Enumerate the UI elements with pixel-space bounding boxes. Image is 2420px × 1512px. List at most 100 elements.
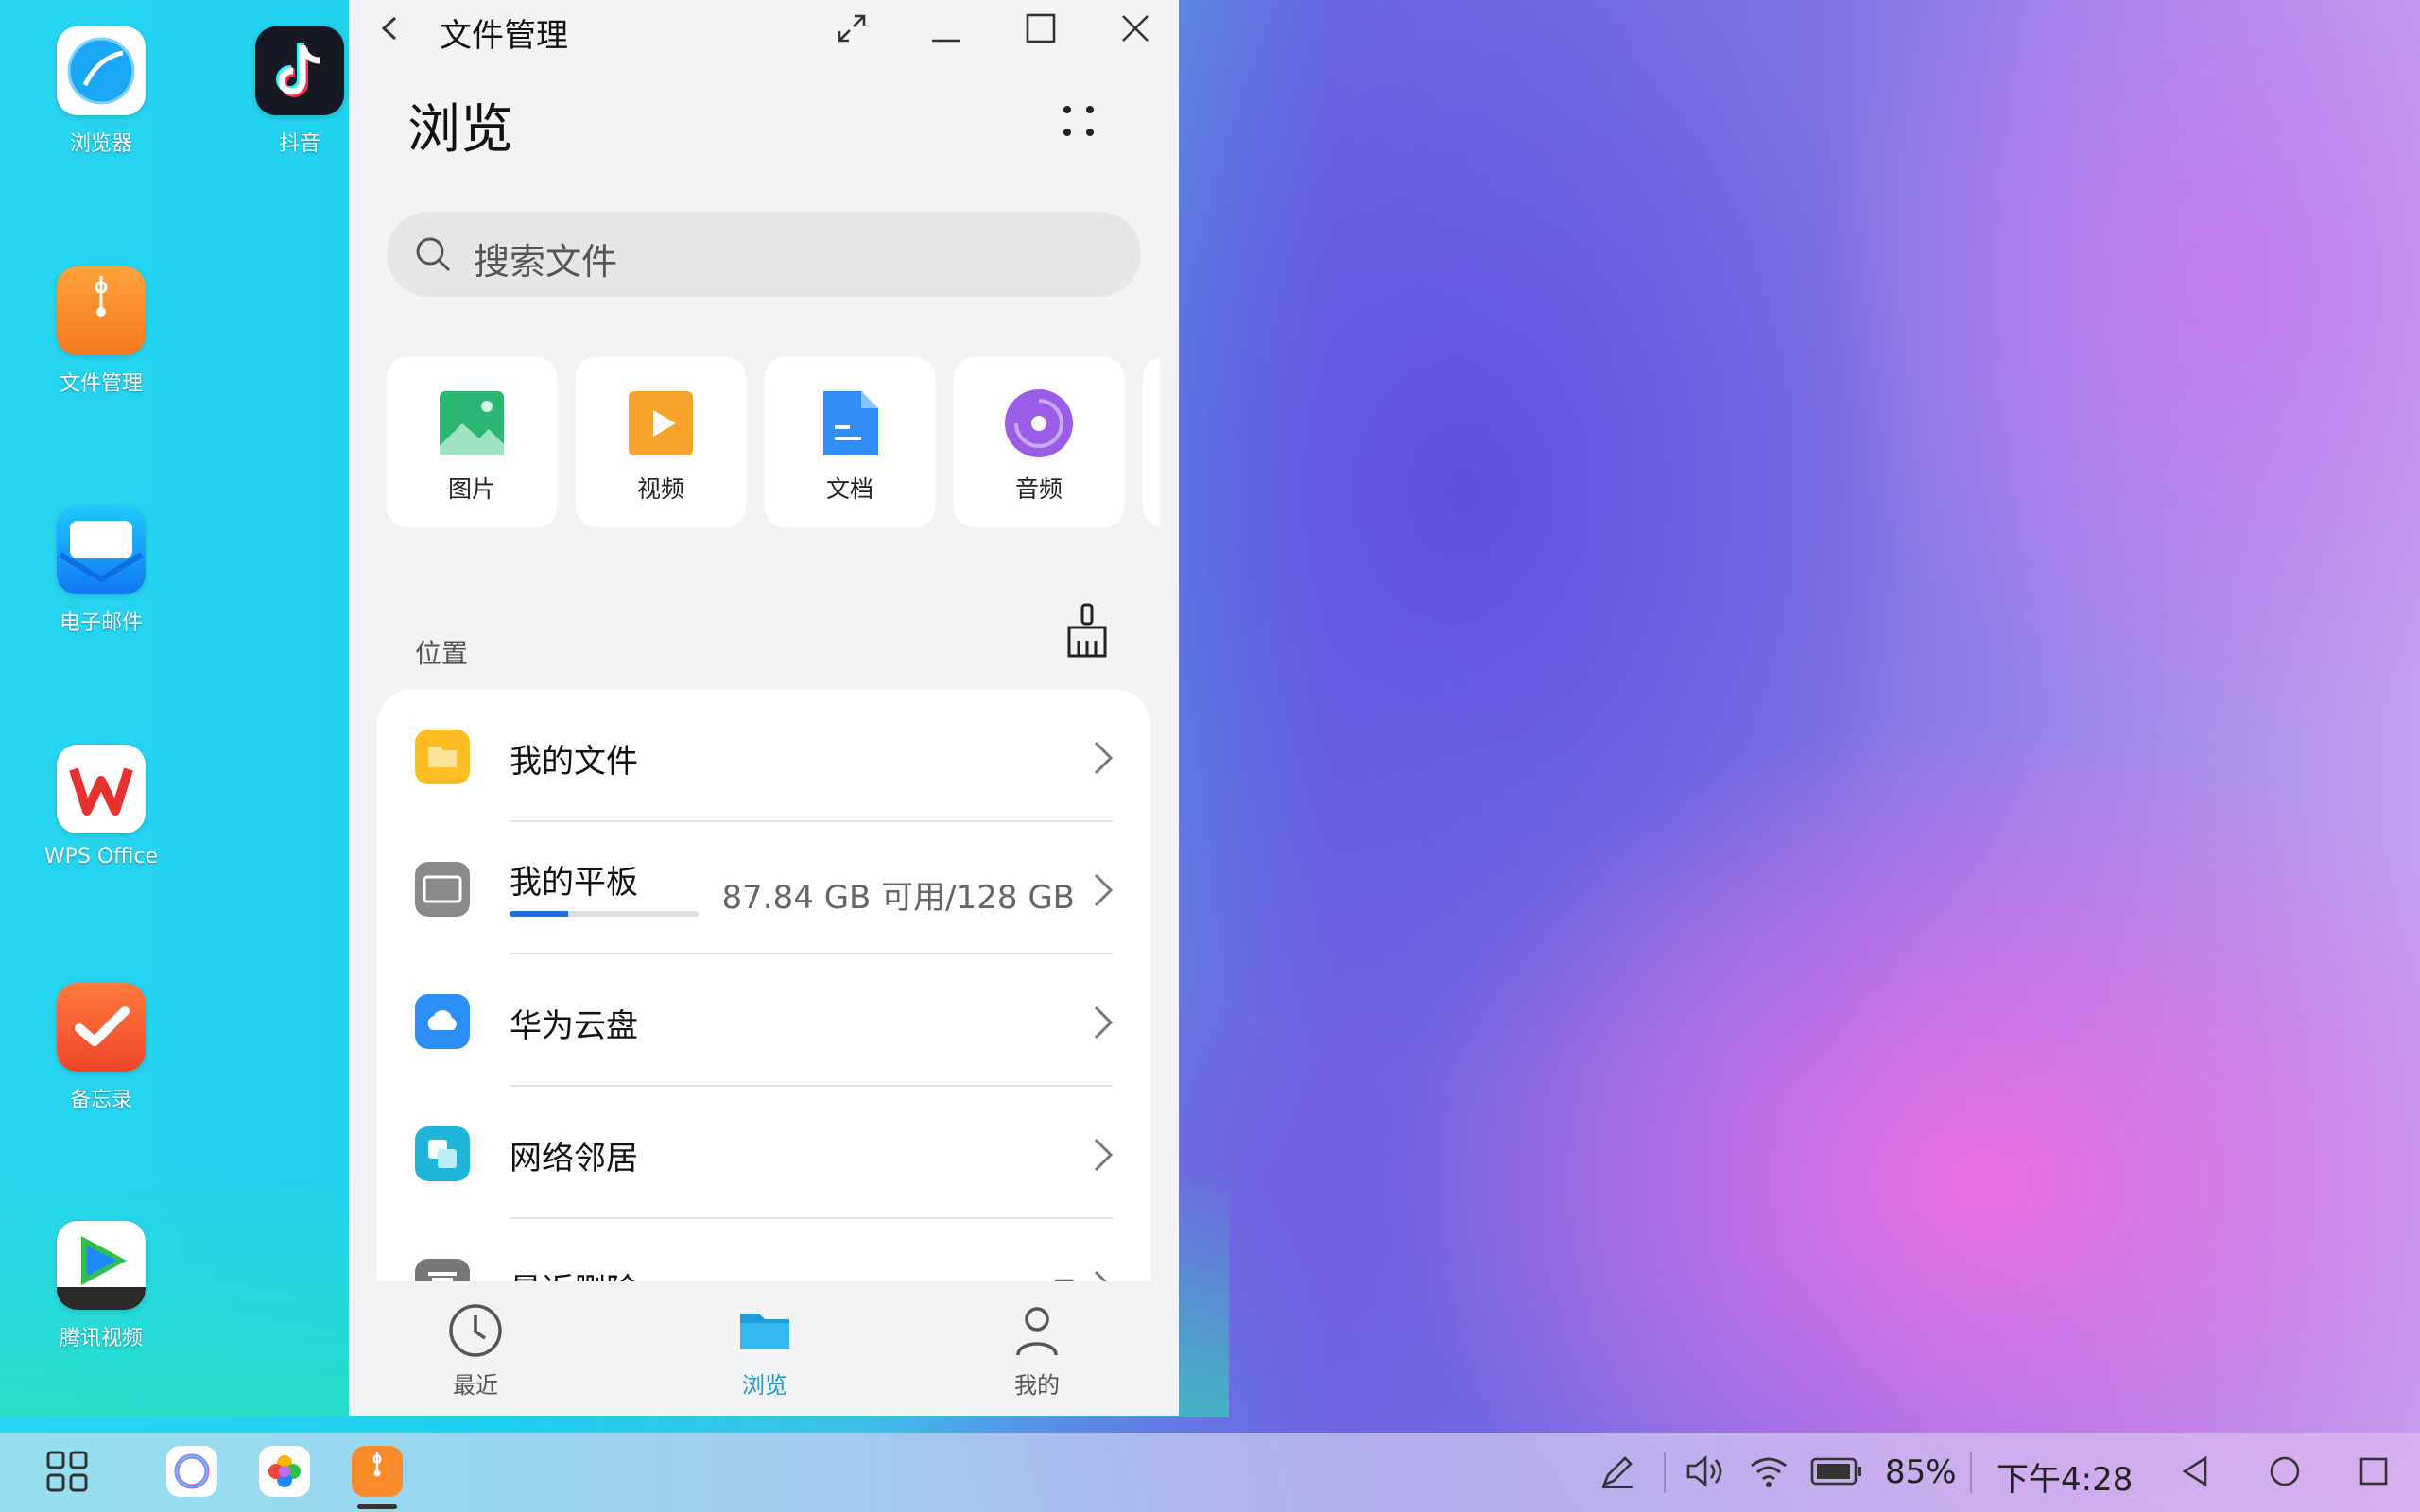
desktop-icon-label: 浏览器 xyxy=(69,132,132,156)
location-row[interactable]: 我的平板 87.84 GB 可用/128 GB xyxy=(377,822,1150,954)
desktop-icon-wps[interactable]: WPS Office xyxy=(21,745,182,868)
battery-icon xyxy=(1810,1457,1861,1486)
category-label: 图片 xyxy=(447,475,495,503)
speaker-icon xyxy=(1686,1455,1722,1487)
window-titlebar: 文件管理 xyxy=(349,0,1179,57)
category-label: 文档 xyxy=(825,475,873,503)
grid-icon xyxy=(46,1451,88,1492)
desktop-icon-label: WPS Office xyxy=(43,845,159,868)
nav-home-button[interactable] xyxy=(2256,1442,2314,1501)
category-audio[interactable]: 音频 xyxy=(954,357,1124,527)
search-input[interactable]: 搜索文件 xyxy=(387,212,1141,297)
tab-label: 浏览 xyxy=(742,1372,787,1399)
category-label: 视频 xyxy=(636,475,684,503)
chevron-right-icon xyxy=(1094,1005,1114,1040)
fullscreen-button[interactable] xyxy=(831,8,873,49)
stylus-button[interactable] xyxy=(1588,1442,1647,1501)
circle-home-icon xyxy=(2270,1456,2300,1486)
audio-icon xyxy=(1005,389,1073,457)
close-icon xyxy=(1122,15,1149,42)
volume-button[interactable] xyxy=(1677,1442,1736,1501)
folder-app-icon xyxy=(352,1446,403,1497)
storage-value: 87.84 GB 可用/128 GB xyxy=(721,879,1075,917)
battery-status[interactable] xyxy=(1807,1442,1866,1501)
tab-label: 我的 xyxy=(1014,1372,1060,1399)
tray-divider xyxy=(1664,1452,1666,1493)
category-documents[interactable]: 文档 xyxy=(765,357,935,527)
desktop-icon-label: 备忘录 xyxy=(69,1089,132,1112)
search-placeholder: 搜索文件 xyxy=(474,241,618,283)
desktop-icon-label: 腾讯视频 xyxy=(59,1327,143,1350)
more-dots-icon xyxy=(1063,106,1094,136)
desktop-icon-label: 电子邮件 xyxy=(59,611,143,635)
category-images[interactable]: 图片 xyxy=(387,357,557,527)
location-row[interactable]: 我的文件 xyxy=(377,690,1150,822)
desktop-icon-browser[interactable]: 浏览器 xyxy=(21,26,182,157)
window-title: 文件管理 xyxy=(440,17,568,55)
location-label: 华为云盘 xyxy=(510,1007,638,1045)
tray-divider xyxy=(1970,1452,1972,1493)
network-icon xyxy=(415,1126,470,1181)
more-options-button[interactable] xyxy=(1056,98,1101,144)
gallery-icon xyxy=(259,1446,310,1497)
tab-browse[interactable]: 浏览 xyxy=(689,1300,840,1400)
nav-back-button[interactable] xyxy=(2167,1442,2225,1501)
maximize-icon xyxy=(1026,13,1056,43)
nav-recents-button[interactable] xyxy=(2344,1442,2403,1501)
bottom-navigation: 最近 浏览 我的 xyxy=(349,1281,1179,1416)
category-more[interactable] xyxy=(1143,357,1160,527)
folder-icon xyxy=(735,1300,795,1361)
wifi-button[interactable] xyxy=(1739,1442,1798,1501)
folder-app-icon xyxy=(57,266,146,355)
cloud-icon xyxy=(415,994,470,1049)
maximize-button[interactable] xyxy=(1020,8,1062,49)
square-recents-icon xyxy=(2360,1457,2388,1486)
location-row[interactable]: 网络邻居 xyxy=(377,1087,1150,1219)
expand-icon xyxy=(838,14,866,43)
folder-icon xyxy=(415,730,470,784)
broom-icon xyxy=(1067,603,1107,658)
taskbar-app-file-manager[interactable] xyxy=(348,1442,406,1501)
tab-recent[interactable]: 最近 xyxy=(400,1300,551,1400)
desktop-icon-file-manager[interactable]: 文件管理 xyxy=(21,266,182,397)
triangle-back-icon xyxy=(2182,1455,2207,1487)
back-button[interactable] xyxy=(370,8,411,49)
location-label: 我的文件 xyxy=(510,743,638,781)
minimize-icon xyxy=(932,39,960,43)
taskbar: 85% 下午4:28 xyxy=(0,1433,2420,1512)
close-button[interactable] xyxy=(1115,8,1156,49)
storage-progress-bar xyxy=(510,911,699,917)
wps-icon xyxy=(57,745,146,833)
chevron-left-icon xyxy=(381,16,397,41)
email-icon xyxy=(57,506,146,594)
douyin-icon xyxy=(255,26,344,115)
app-launcher-button[interactable] xyxy=(38,1442,96,1501)
category-label: 音频 xyxy=(1014,475,1063,503)
clock[interactable]: 下午4:28 xyxy=(1996,1453,2133,1500)
document-icon xyxy=(816,389,884,457)
page-title: 浏览 xyxy=(407,99,513,161)
active-app-indicator xyxy=(357,1504,397,1509)
assistant-icon xyxy=(166,1446,217,1497)
desktop-icon-notes[interactable]: 备忘录 xyxy=(21,983,182,1113)
battery-percent: 85% xyxy=(1885,1453,1957,1491)
desktop-icon-email[interactable]: 电子邮件 xyxy=(21,506,182,636)
taskbar-app-assistant[interactable] xyxy=(163,1442,221,1501)
desktop-icon-label: 文件管理 xyxy=(59,372,143,396)
file-manager-window: 文件管理 浏览 搜索文件 图片 视频 文档 音频 位置 我的文件 我的平板 87… xyxy=(349,0,1179,1416)
desktop-icon-tencent-video[interactable]: 腾讯视频 xyxy=(21,1221,182,1351)
chevron-right-icon xyxy=(1094,873,1114,907)
pen-icon xyxy=(1601,1456,1633,1488)
clean-button[interactable] xyxy=(1063,603,1111,658)
location-row[interactable]: 华为云盘 xyxy=(377,954,1150,1087)
tab-mine[interactable]: 我的 xyxy=(961,1300,1113,1400)
location-label: 网络邻居 xyxy=(510,1140,638,1177)
search-icon xyxy=(416,237,451,272)
location-label: 我的平板 xyxy=(510,864,638,902)
minimize-button[interactable] xyxy=(925,8,967,49)
clock-icon xyxy=(445,1300,506,1361)
category-row: 图片 视频 文档 音频 xyxy=(387,357,1160,529)
notes-icon xyxy=(57,983,146,1072)
category-videos[interactable]: 视频 xyxy=(576,357,746,527)
taskbar-app-gallery[interactable] xyxy=(255,1442,314,1501)
